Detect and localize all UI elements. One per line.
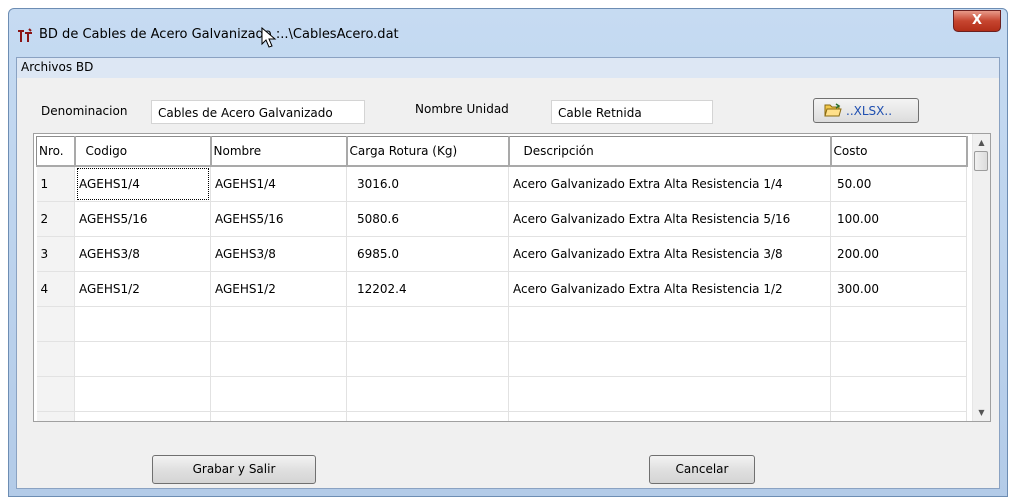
cell-carga-rotura[interactable]: 6985.0 <box>346 236 509 272</box>
empty-row[interactable] <box>36 341 967 377</box>
header-costo[interactable]: Costo <box>830 136 968 167</box>
header-nro[interactable]: Nro. <box>36 136 76 167</box>
header-nombre[interactable]: Nombre <box>210 136 348 167</box>
cell-carga-rotura[interactable]: 3016.0 <box>346 166 509 202</box>
header-codigo[interactable]: Codigo <box>74 136 212 167</box>
table-row[interactable]: 1 AGEHS1/4 AGEHS1/4 3016.0 Acero Galvani… <box>36 166 967 202</box>
cell-descripcion[interactable]: Acero Galvanizado Extra Alta Resistencia… <box>508 166 831 202</box>
app-icon <box>17 28 33 44</box>
cell-costo[interactable]: 100.00 <box>830 201 967 237</box>
empty-row[interactable] <box>36 306 967 342</box>
folder-icon <box>824 103 842 117</box>
xlsx-label: ..XLSX.. <box>846 104 893 118</box>
empty-row[interactable] <box>36 376 967 412</box>
cell-codigo[interactable]: AGEHS3/8 <box>74 236 211 272</box>
cables-grid[interactable]: Nro. Codigo Nombre Carga Rotura (Kg) Des… <box>33 133 991 422</box>
cell-nombre[interactable]: AGEHS5/16 <box>210 201 347 237</box>
menu-archivos-bd[interactable]: Archivos BD <box>21 60 93 74</box>
cancel-button[interactable]: Cancelar <box>649 455 755 484</box>
header-descripcion[interactable]: Descripción <box>508 136 832 167</box>
menu-bar: Archivos BD <box>17 58 999 78</box>
cell-costo[interactable]: 50.00 <box>830 166 967 202</box>
scroll-up-icon[interactable]: ▲ <box>973 134 990 151</box>
title-bar: BD de Cables de Acero Galvanizado :..\Ca… <box>9 9 1007 57</box>
cell-nombre[interactable]: AGEHS1/2 <box>210 271 347 307</box>
import-xlsx-button[interactable]: ..XLSX.. <box>813 98 919 123</box>
cell-nombre[interactable]: AGEHS1/4 <box>210 166 347 202</box>
cell-nombre[interactable]: AGEHS3/8 <box>210 236 347 272</box>
cell-costo[interactable]: 200.00 <box>830 236 967 272</box>
mouse-cursor-icon <box>261 26 277 49</box>
header-carga-rotura[interactable]: Carga Rotura (Kg) <box>346 136 510 167</box>
cell-carga-rotura[interactable]: 5080.6 <box>346 201 509 237</box>
row-number: 3 <box>36 236 75 272</box>
cell-descripcion[interactable]: Acero Galvanizado Extra Alta Resistencia… <box>508 201 831 237</box>
dialog-window: BD de Cables de Acero Galvanizado :..\Ca… <box>8 8 1008 497</box>
scroll-thumb[interactable] <box>974 151 988 171</box>
cables-table: Nro. Codigo Nombre Carga Rotura (Kg) Des… <box>36 136 968 421</box>
cell-costo[interactable]: 300.00 <box>830 271 967 307</box>
table-row[interactable]: 3 AGEHS3/8 AGEHS3/8 6985.0 Acero Galvani… <box>36 236 967 272</box>
cell-descripcion[interactable]: Acero Galvanizado Extra Alta Resistencia… <box>508 271 831 307</box>
close-button[interactable]: X <box>953 10 1001 32</box>
nombre-unidad-field[interactable]: Cable Retnida <box>551 100 713 124</box>
table-row[interactable]: 4 AGEHS1/2 AGEHS1/2 12202.4 Acero Galvan… <box>36 271 967 307</box>
denominacion-label: Denominacion <box>41 104 128 118</box>
row-number: 1 <box>36 166 75 202</box>
denominacion-field[interactable]: Cables de Acero Galvanizado <box>151 100 365 124</box>
row-number: 2 <box>36 201 75 237</box>
row-number: 4 <box>36 271 75 307</box>
cell-codigo[interactable]: AGEHS5/16 <box>74 201 211 237</box>
cell-codigo[interactable]: AGEHS1/4 <box>74 166 211 202</box>
close-icon: X <box>971 13 983 28</box>
cell-carga-rotura[interactable]: 12202.4 <box>346 271 509 307</box>
client-area: Archivos BD Denominacion Cables de Acero… <box>16 57 1000 489</box>
window-title: BD de Cables de Acero Galvanizado :..\Ca… <box>39 27 399 42</box>
cell-descripcion[interactable]: Acero Galvanizado Extra Alta Resistencia… <box>508 236 831 272</box>
table-row[interactable]: 2 AGEHS5/16 AGEHS5/16 5080.6 Acero Galva… <box>36 201 967 237</box>
nombre-unidad-label: Nombre Unidad <box>415 102 509 116</box>
cell-codigo[interactable]: AGEHS1/2 <box>74 271 211 307</box>
scroll-down-icon[interactable]: ▼ <box>973 404 990 421</box>
empty-row[interactable] <box>36 411 967 421</box>
vertical-scrollbar[interactable]: ▲ ▼ <box>972 134 990 421</box>
header-row: Nro. Codigo Nombre Carga Rotura (Kg) Des… <box>36 136 968 167</box>
save-and-exit-button[interactable]: Grabar y Salir <box>152 455 316 484</box>
